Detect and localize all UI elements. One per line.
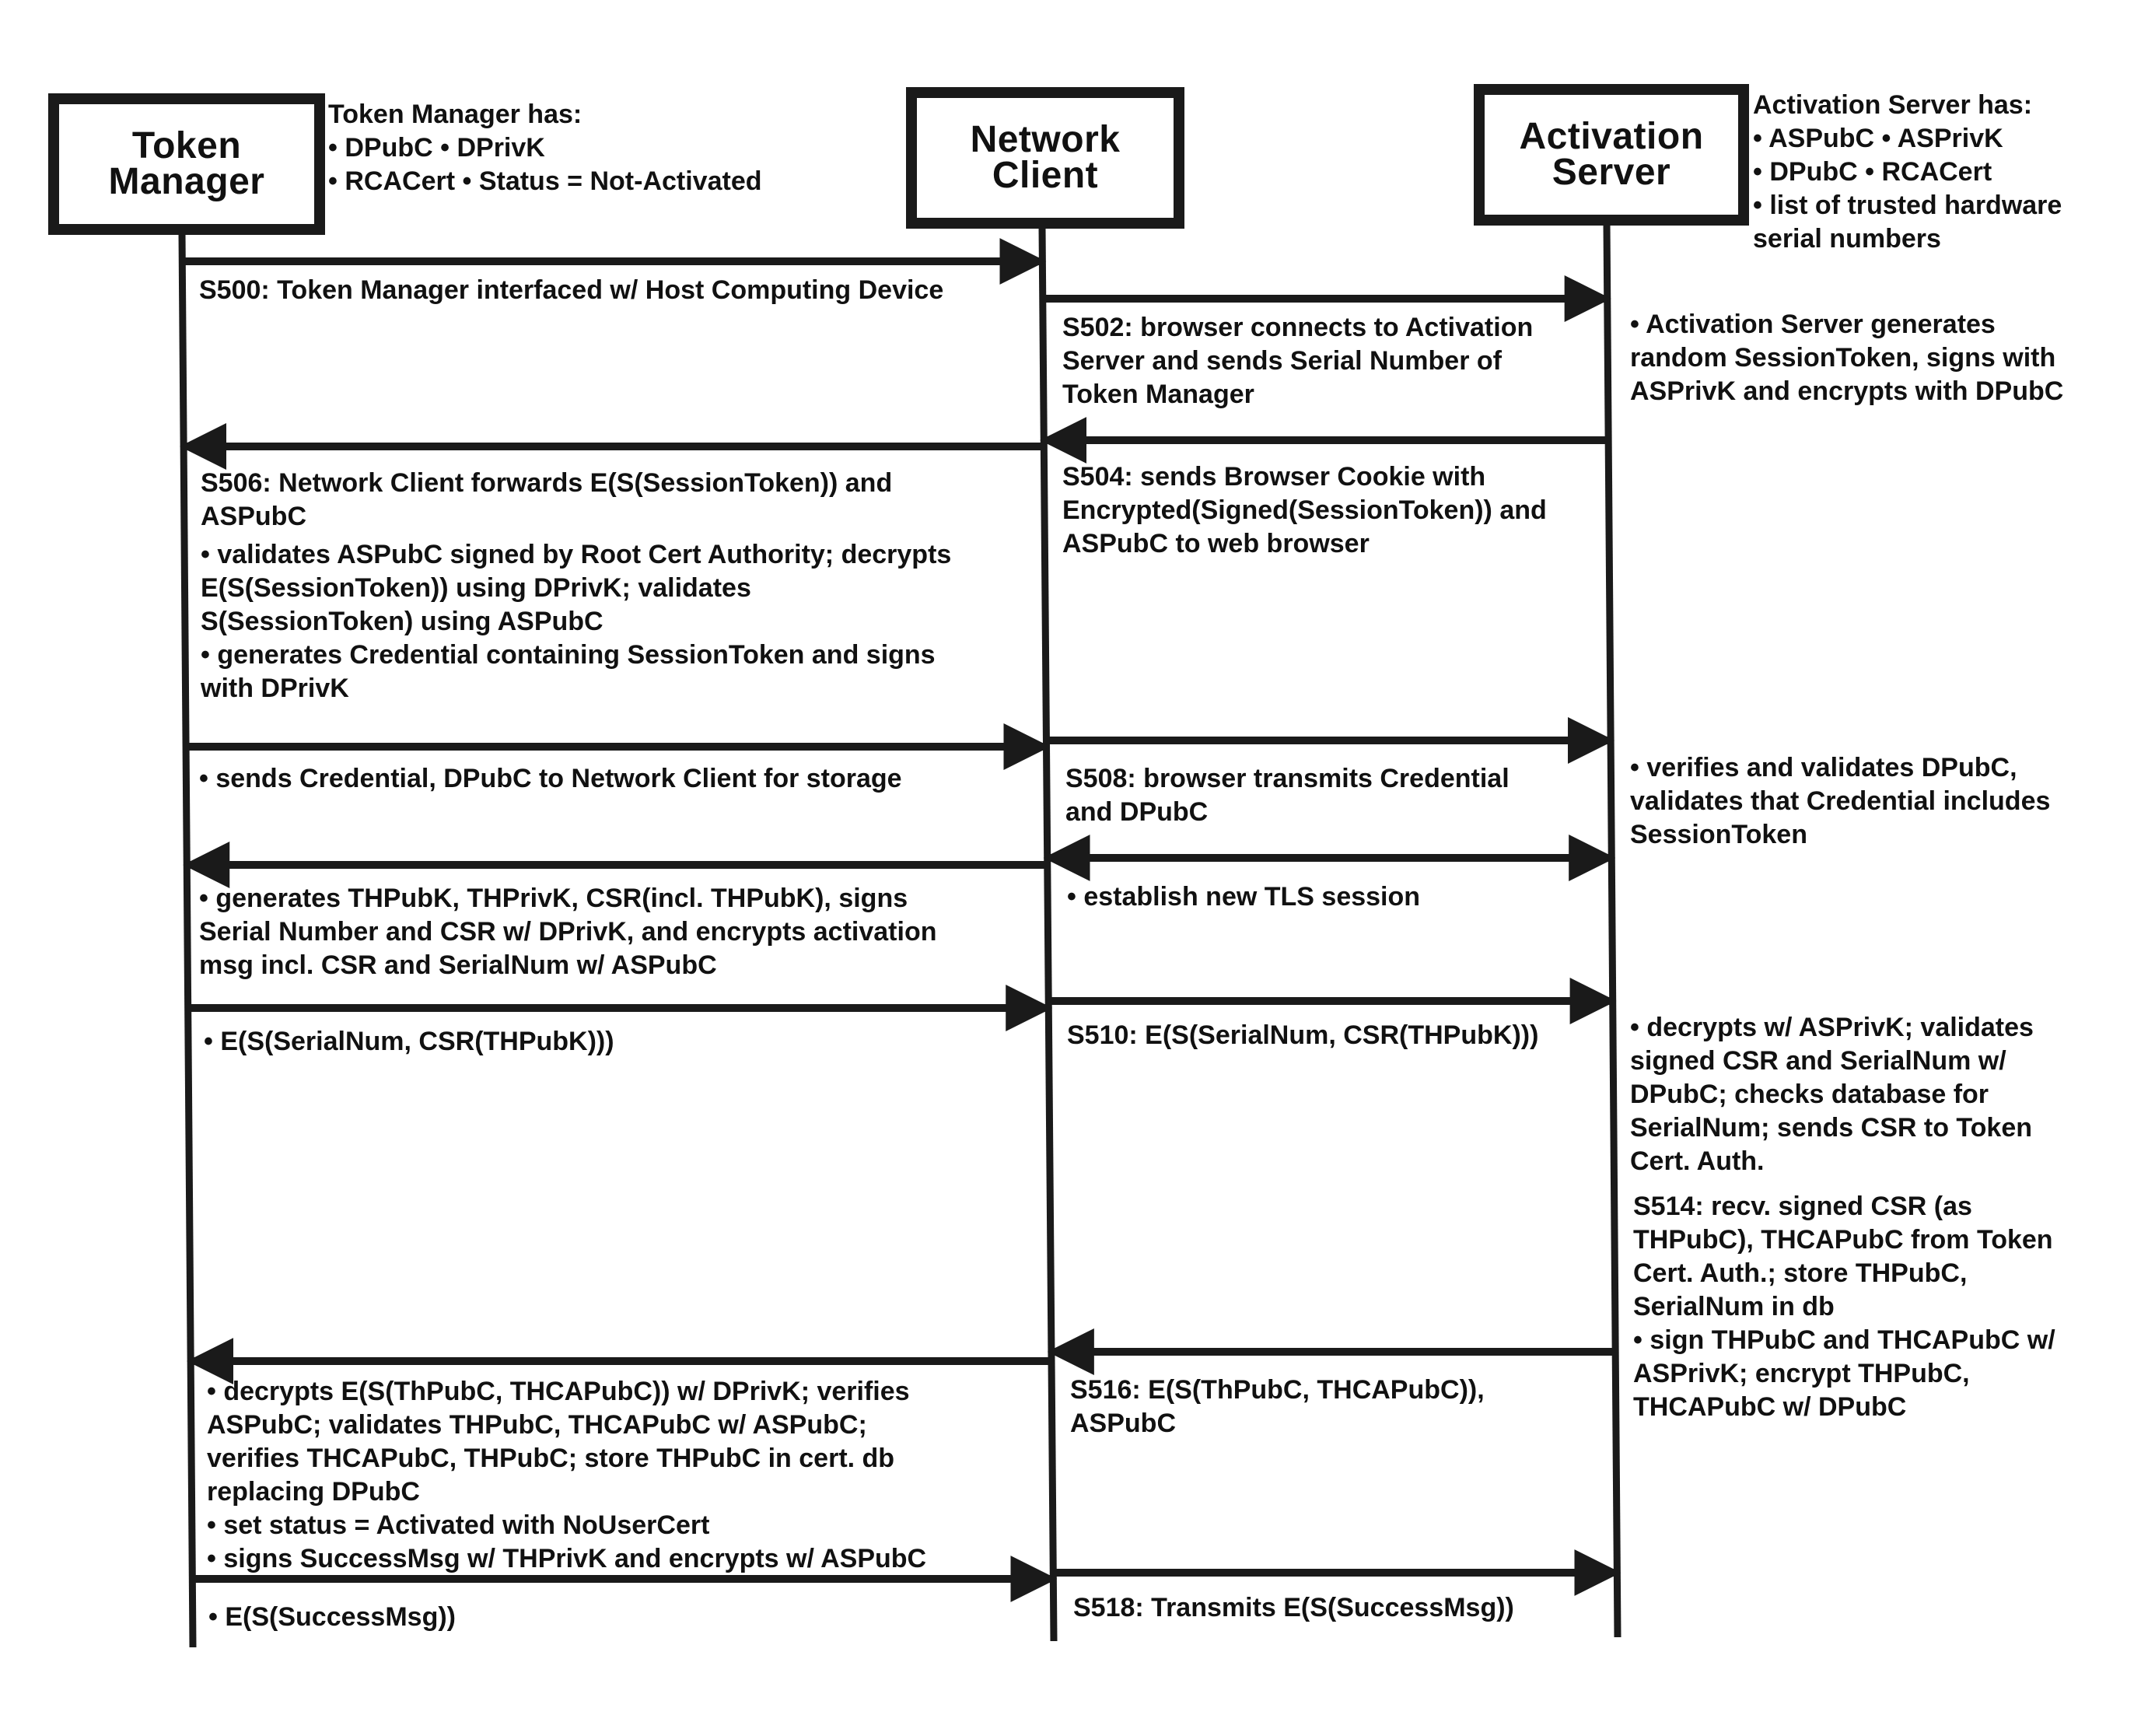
message-line: msg incl. CSR and SerialNum w/ ASPubC xyxy=(199,950,717,980)
note-line: SerialNum in db xyxy=(1633,1292,1835,1321)
note-line: • Activation Server generates xyxy=(1630,310,1996,339)
note-line: • DPubC • DPrivK xyxy=(328,133,545,163)
message-line: • establish new TLS session xyxy=(1067,882,1421,912)
note-line: • verifies and validates DPubC, xyxy=(1630,753,2017,782)
note-line: • DPubC • RCACert xyxy=(1753,157,1992,187)
message-line: S516: E(S(ThPubC, THCAPubC)), xyxy=(1070,1375,1485,1405)
note-line: ASPrivK; encrypt THPubC, xyxy=(1633,1359,1970,1388)
s516-label: S516: E(S(ThPubC, THCAPubC)), ASPubC xyxy=(1070,1374,1485,1440)
actor-label: Network xyxy=(970,119,1121,160)
note-line: • list of trusted hardware xyxy=(1753,191,2062,220)
note-line: random SessionToken, signs with xyxy=(1630,343,2056,373)
message-line: Token Manager xyxy=(1062,380,1254,409)
message-line: Server and sends Serial Number of xyxy=(1062,346,1502,376)
message-line: • signs SuccessMsg w/ THPrivK and encryp… xyxy=(207,1544,927,1573)
message-line: S504: sends Browser Cookie with xyxy=(1062,462,1486,492)
note-line: Token Manager has: xyxy=(328,100,582,129)
message-line: S508: browser transmits Credential xyxy=(1065,764,1510,793)
s508-label: S508: browser transmits Credential and D… xyxy=(1065,762,1510,829)
s500-label: S500: Token Manager interfaced w/ Host C… xyxy=(199,274,943,307)
note-line: Cert. Auth. xyxy=(1630,1146,1765,1176)
message-line: replacing DPubC xyxy=(207,1477,420,1507)
message-line: S506: Network Client forwards E(S(Sessio… xyxy=(201,468,893,498)
message-line: and DPubC xyxy=(1065,797,1209,827)
actor-activation-server: Activation Server xyxy=(1474,84,1749,226)
as-decrypts-note: • decrypts w/ ASPrivK; validates signed … xyxy=(1630,1011,2034,1178)
note-line: • decrypts w/ ASPrivK; validates xyxy=(1630,1013,2034,1042)
message-line: • E(S(SuccessMsg)) xyxy=(208,1602,456,1632)
as-s514-note: S514: recv. signed CSR (as THPubC), THCA… xyxy=(1633,1190,2055,1424)
activation-msg-label: • E(S(SerialNum, CSR(THPubK))) xyxy=(204,1025,614,1059)
message-line: • set status = Activated with NoUserCert xyxy=(207,1510,710,1540)
s502-label: S502: browser connects to Activation Ser… xyxy=(1062,311,1533,411)
actor-network-client: Network Client xyxy=(906,87,1184,229)
message-line: E(S(SessionToken)) using DPrivK; validat… xyxy=(201,573,751,603)
activation-server-has-note: Activation Server has: • ASPubC • ASPriv… xyxy=(1753,89,2062,256)
note-line: DPubC; checks database for xyxy=(1630,1080,1989,1109)
note-line: serial numbers xyxy=(1753,224,1941,254)
message-line: Encrypted(Signed(SessionToken)) and xyxy=(1062,495,1547,525)
message-line: Serial Number and CSR w/ DPrivK, and enc… xyxy=(199,917,937,947)
message-line: verifies THCAPubC, THPubC; store THPubC … xyxy=(207,1444,895,1473)
credential-label: • sends Credential, DPubC to Network Cli… xyxy=(199,762,902,796)
s518-label: S518: Transmits E(S(SuccessMsg)) xyxy=(1073,1591,1514,1625)
note-line: S514: recv. signed CSR (as xyxy=(1633,1192,1972,1221)
note-line: • RCACert • Status = Not-Activated xyxy=(328,166,762,196)
note-line: • sign THPubC and THCAPubC w/ xyxy=(1633,1325,2055,1355)
message-line: ASPubC xyxy=(1070,1409,1176,1438)
message-line: S500: Token Manager interfaced w/ Host C… xyxy=(199,275,944,305)
message-line: • decrypts E(S(ThPubC, THCAPubC)) w/ DPr… xyxy=(207,1377,910,1406)
message-line: • generates Credential containing Sessio… xyxy=(201,640,936,670)
generate-keys-label: • generates THPubK, THPrivK, CSR(incl. T… xyxy=(199,882,936,982)
actor-label: Manager xyxy=(108,161,265,202)
note-line: THCAPubC w/ DPubC xyxy=(1633,1392,1907,1422)
message-line: • validates ASPubC signed by Root Cert A… xyxy=(201,540,952,569)
s504-label: S504: sends Browser Cookie with Encrypte… xyxy=(1062,460,1547,561)
message-line: ASPubC; validates THPubC, THCAPubC w/ AS… xyxy=(207,1410,867,1440)
s506-label: S506: Network Client forwards E(S(Sessio… xyxy=(201,467,951,705)
message-line: ASPubC to web browser xyxy=(1062,529,1370,558)
note-line: signed CSR and SerialNum w/ xyxy=(1630,1046,2006,1076)
message-line: • E(S(SerialNum, CSR(THPubK))) xyxy=(204,1027,614,1056)
message-line: S518: Transmits E(S(SuccessMsg)) xyxy=(1073,1593,1514,1622)
success-msg-label: • E(S(SuccessMsg)) xyxy=(208,1601,456,1634)
token-manager-has-note: Token Manager has: • DPubC • DPrivK • RC… xyxy=(328,98,762,198)
actor-label: Client xyxy=(992,155,1099,196)
actor-label: Server xyxy=(1552,152,1671,193)
note-line: SerialNum; sends CSR to Token xyxy=(1630,1113,2033,1143)
as-generates-token-note: • Activation Server generates random Ses… xyxy=(1630,308,2063,408)
note-line: SessionToken xyxy=(1630,820,1807,849)
lifeline-activation-server xyxy=(1603,223,1621,1638)
actor-token-manager: Token Manager xyxy=(48,93,325,235)
note-line: • ASPubC • ASPrivK xyxy=(1753,124,2003,153)
message-line: with DPrivK xyxy=(201,674,349,703)
message-line: ASPubC xyxy=(201,502,306,531)
message-line: S(SessionToken) using ASPubC xyxy=(201,607,603,636)
note-line: Activation Server has: xyxy=(1753,90,2033,120)
message-line: • sends Credential, DPubC to Network Cli… xyxy=(199,764,902,793)
actor-label: Activation xyxy=(1519,116,1704,157)
note-line: validates that Credential includes xyxy=(1630,786,2051,816)
message-line: • generates THPubK, THPrivK, CSR(incl. T… xyxy=(199,884,908,913)
tm-decrypts-label: • decrypts E(S(ThPubC, THCAPubC)) w/ DPr… xyxy=(207,1375,926,1576)
message-line: S502: browser connects to Activation xyxy=(1062,313,1534,342)
message-line: S510: E(S(SerialNum, CSR(THPubK))) xyxy=(1067,1020,1539,1050)
tls-label: • establish new TLS session xyxy=(1067,880,1420,914)
note-line: ASPrivK and encrypts with DPubC xyxy=(1630,376,2064,406)
s510-label: S510: E(S(SerialNum, CSR(THPubK))) xyxy=(1067,1019,1538,1052)
actor-label: Token xyxy=(131,125,242,166)
note-line: Cert. Auth.; store THPubC, xyxy=(1633,1258,1968,1288)
note-line: THPubC), THCAPubC from Token xyxy=(1633,1225,2053,1255)
as-verifies-note: • verifies and validates DPubC, validate… xyxy=(1630,751,2050,852)
